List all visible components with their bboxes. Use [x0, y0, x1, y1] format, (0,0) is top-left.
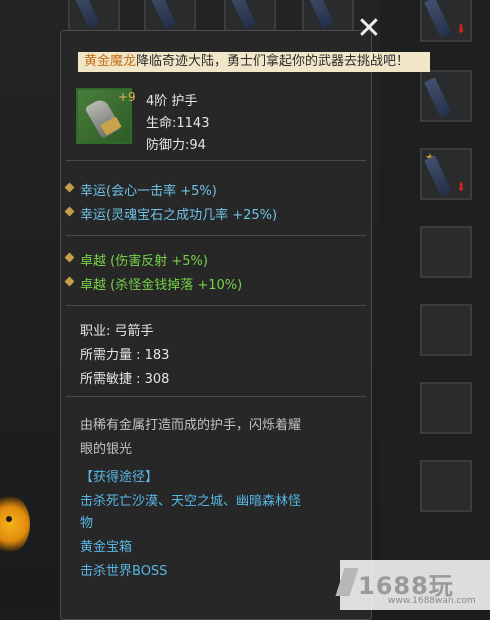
item-description-cont: 眼的银光 — [80, 442, 133, 457]
down-arrow-icon: ⬇ — [455, 180, 466, 194]
divider — [66, 160, 366, 161]
pet-avatar-icon[interactable] — [0, 494, 30, 554]
watermark-url: www.1688wan.com — [388, 596, 476, 606]
item-hp: 生命:1143 — [146, 116, 210, 131]
weapon-icon — [228, 0, 256, 29]
banner-highlight: 黄金魔龙 — [84, 54, 137, 69]
excellent-attribute: 卓越 (杀怪金钱掉落 +10%) — [80, 278, 243, 293]
inventory-slot[interactable]: ⬇ — [420, 0, 472, 42]
banner-text: 降临奇迹大陆，勇士们拿起你的武器去挑战吧！ — [136, 54, 410, 69]
divider — [66, 305, 366, 306]
source-monsters-cont[interactable]: 物 — [80, 512, 93, 531]
divider — [66, 396, 366, 397]
inventory-slot[interactable] — [420, 304, 472, 356]
source-gold-chest[interactable]: 黄金宝箱 — [80, 536, 132, 555]
source-header: 【获得途径】 — [80, 470, 159, 485]
item-description: 由稀有金属打造而成的护手，闪烁着耀 — [80, 418, 302, 433]
inventory-slot[interactable] — [420, 460, 472, 512]
luck-attribute: 幸运(会心一击率 +5%) — [80, 184, 217, 199]
inventory-slot[interactable] — [144, 0, 196, 32]
inventory-slot[interactable] — [420, 382, 472, 434]
enhance-level: +9 — [118, 90, 136, 104]
down-arrow-icon: ⬇ — [455, 22, 466, 36]
inventory-slot[interactable] — [420, 70, 472, 122]
weapon-icon — [72, 0, 100, 29]
close-icon[interactable]: ✕ — [355, 14, 383, 44]
weapon-icon — [306, 0, 334, 29]
item-name: 4阶 护手 — [146, 94, 198, 109]
weapon-icon — [424, 77, 452, 119]
inventory-slot[interactable] — [68, 0, 120, 32]
required-class: 职业: 弓箭手 — [80, 324, 154, 339]
item-defense: 防御力:94 — [146, 138, 206, 153]
weapon-icon — [148, 0, 176, 29]
weapon-icon — [424, 155, 452, 197]
inventory-side-column: ⬇ ★⬇ — [380, 0, 490, 610]
inventory-slot[interactable] — [302, 0, 354, 32]
source-world-boss[interactable]: 击杀世界BOSS — [80, 560, 167, 579]
divider — [66, 235, 366, 236]
inventory-slot[interactable] — [420, 226, 472, 278]
excellent-attribute: 卓越 (伤害反射 +5%) — [80, 254, 208, 269]
pet-eye — [6, 516, 12, 522]
required-agility: 所需敏捷 : 308 — [80, 372, 170, 387]
source-monsters[interactable]: 击杀死亡沙漠、天空之城、幽暗森林怪 — [80, 490, 301, 509]
announcement-banner: 黄金魔龙降临奇迹大陆，勇士们拿起你的武器去挑战吧！ — [78, 52, 430, 72]
site-watermark: 1688玩 www.1688wan.com — [335, 560, 490, 610]
inventory-slot[interactable] — [224, 0, 276, 32]
luck-attribute: 幸运(灵魂宝石之成功几率 +25%) — [80, 208, 278, 223]
weapon-icon — [424, 0, 452, 39]
required-strength: 所需力量 : 183 — [80, 348, 170, 363]
inventory-slot[interactable]: ★⬇ — [420, 148, 472, 200]
